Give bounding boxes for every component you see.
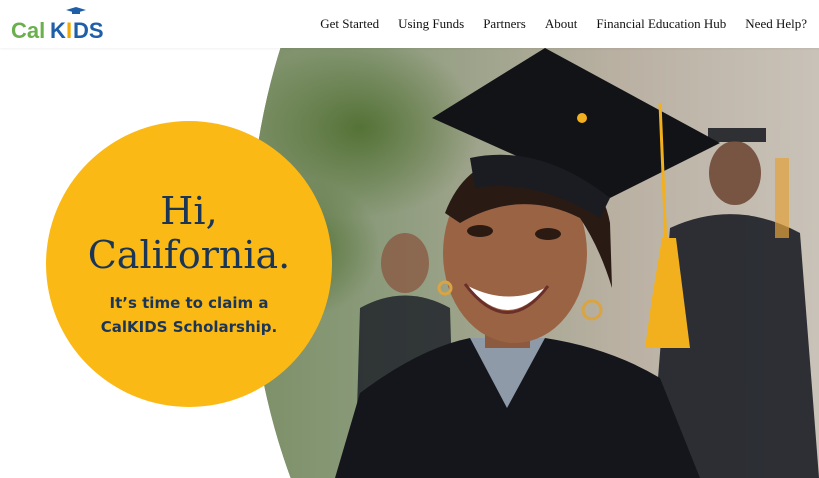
nav-get-started[interactable]: Get Started xyxy=(320,16,379,32)
svg-text:K: K xyxy=(50,18,66,42)
hero-subhead-line2: CalKIDS Scholarship. xyxy=(100,318,278,336)
hero-subhead-line1: It’s time to claim a xyxy=(109,294,269,312)
nav-partners[interactable]: Partners xyxy=(483,16,526,32)
nav-about[interactable]: About xyxy=(545,16,578,32)
nav-financial-education-hub[interactable]: Financial Education Hub xyxy=(596,16,726,32)
hero-headline: Hi, California. xyxy=(88,189,291,277)
hero-headline-line1: Hi, xyxy=(160,189,218,233)
nav-need-help[interactable]: Need Help? xyxy=(745,16,807,32)
site-header: Cal K I DS Get Started Using Funds Partn… xyxy=(0,0,819,48)
hero-headline-line2: California. xyxy=(87,233,291,277)
svg-text:Cal: Cal xyxy=(11,18,45,42)
hero-subhead: It’s time to claim a CalKIDS Scholarship… xyxy=(101,291,277,339)
svg-text:DS: DS xyxy=(73,18,104,42)
nav-using-funds[interactable]: Using Funds xyxy=(398,16,464,32)
calkids-logo-icon: Cal K I DS xyxy=(11,7,104,42)
hero-section: Hi, California. It’s time to claim a Cal… xyxy=(0,48,819,478)
calkids-logo[interactable]: Cal K I DS xyxy=(10,6,110,42)
svg-text:I: I xyxy=(66,18,72,42)
main-nav: Get Started Using Funds Partners About F… xyxy=(301,0,807,48)
hero-yellow-circle: Hi, California. It’s time to claim a Cal… xyxy=(46,121,332,407)
